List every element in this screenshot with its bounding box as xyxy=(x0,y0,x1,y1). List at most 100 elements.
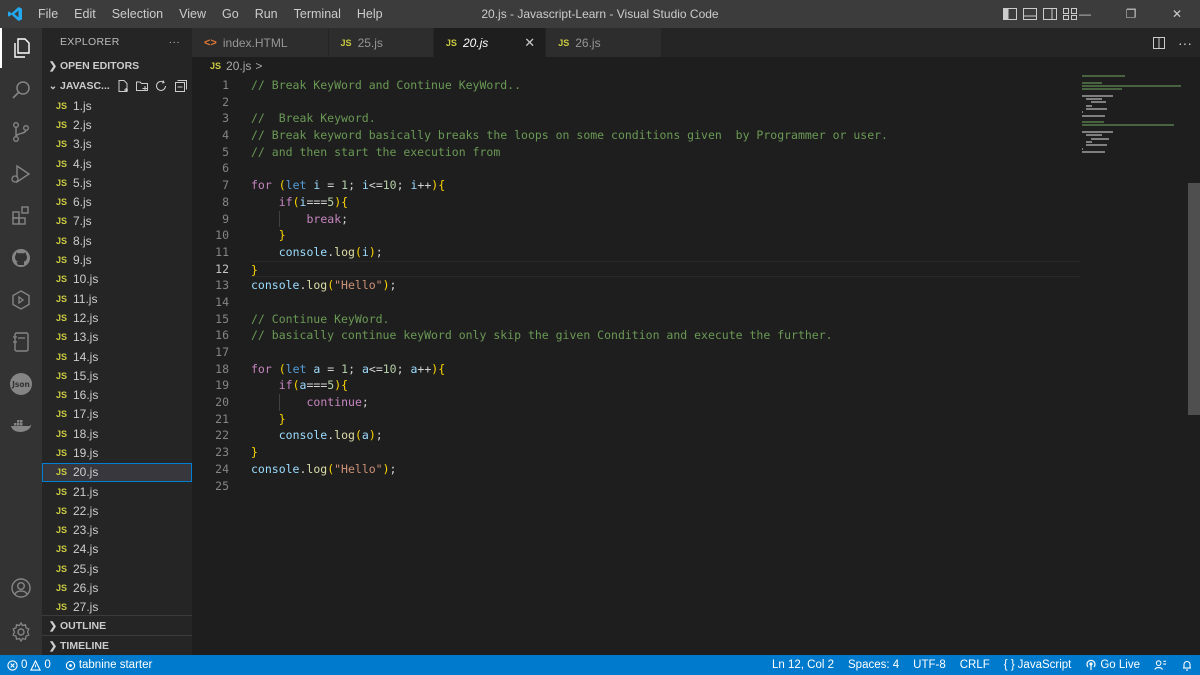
code-line[interactable] xyxy=(251,94,1081,111)
file-item[interactable]: JS 19.js xyxy=(42,443,192,462)
new-folder-icon[interactable] xyxy=(135,79,149,93)
code-line[interactable]: console.log(a); xyxy=(251,427,1081,444)
timeline-section[interactable]: ❯ TIMELINE xyxy=(42,635,192,655)
indentation[interactable]: Spaces: 4 xyxy=(841,659,906,671)
file-item[interactable]: JS 14.js xyxy=(42,347,192,366)
file-item[interactable]: JS 13.js xyxy=(42,328,192,347)
file-item[interactable]: JS 18.js xyxy=(42,424,192,443)
file-item[interactable]: JS 5.js xyxy=(42,173,192,192)
code-line[interactable]: for (let i = 1; i<=10; i++){ xyxy=(251,177,1081,194)
tab-index-html[interactable]: <> index.HTML xyxy=(192,28,329,57)
close-tab-icon[interactable]: ✕ xyxy=(524,35,535,51)
menu-file[interactable]: File xyxy=(30,0,66,28)
file-item[interactable]: JS 3.js xyxy=(42,135,192,154)
source-control-icon[interactable] xyxy=(0,112,42,152)
code-line[interactable]: if(i===5){ xyxy=(251,194,1081,211)
code-line[interactable]: for (let a = 1; a<=10; a++){ xyxy=(251,361,1081,378)
file-item[interactable]: JS 16.js xyxy=(42,385,192,404)
workspace-folder[interactable]: ⌄ JAVASC... xyxy=(42,76,192,96)
code-line[interactable]: // Break keyword basically breaks the lo… xyxy=(251,127,1081,144)
explorer-more-icon[interactable]: ··· xyxy=(169,36,180,48)
menu-selection[interactable]: Selection xyxy=(104,0,171,28)
code-line[interactable] xyxy=(251,160,1081,177)
code-line[interactable]: if(a===5){ xyxy=(251,377,1081,394)
run-debug-icon[interactable] xyxy=(0,154,42,194)
file-item[interactable]: JS 21.js xyxy=(42,482,192,501)
toggle-primary-sidebar-icon[interactable] xyxy=(1002,7,1018,21)
tabnine-status[interactable]: tabnine starter xyxy=(58,659,160,671)
menu-view[interactable]: View xyxy=(171,0,214,28)
menu-go[interactable]: Go xyxy=(214,0,247,28)
toggle-panel-icon[interactable] xyxy=(1022,7,1038,21)
settings-gear-icon[interactable] xyxy=(0,612,42,652)
feedback-icon[interactable] xyxy=(1147,659,1174,671)
collapse-all-icon[interactable] xyxy=(173,79,187,93)
code-line[interactable]: // Break KeyWord and Continue KeyWord.. xyxy=(251,77,1081,94)
file-item[interactable]: JS 4.js xyxy=(42,154,192,173)
tab-20-js[interactable]: JS 20.js ✕ xyxy=(433,28,547,57)
notebook-icon[interactable] xyxy=(0,322,42,362)
file-item[interactable]: JS 24.js xyxy=(42,540,192,559)
file-item[interactable]: JS 17.js xyxy=(42,405,192,424)
file-item[interactable]: JS 8.js xyxy=(42,231,192,250)
docker-icon[interactable] xyxy=(0,406,42,446)
file-item[interactable]: JS 7.js xyxy=(42,212,192,231)
outline-section[interactable]: ❯ OUTLINE xyxy=(42,615,192,636)
split-editor-icon[interactable] xyxy=(1152,36,1166,50)
code-editor[interactable]: 1 2 3 4 5 6 7 8 9 10 11 12 13 14 15 16 17 18 19 20 21 22 23 24 2… xyxy=(192,75,1200,655)
code-line[interactable] xyxy=(251,478,1081,495)
code-line[interactable]: // and then start the execution from xyxy=(251,144,1081,161)
json-icon[interactable]: Json xyxy=(0,364,42,404)
code-line[interactable]: } xyxy=(251,227,1081,244)
remote-explorer-icon[interactable] xyxy=(0,280,42,320)
cursor-position[interactable]: Ln 12, Col 2 xyxy=(765,659,841,671)
file-item[interactable]: JS 15.js xyxy=(42,366,192,385)
vertical-scrollbar[interactable] xyxy=(1186,75,1200,655)
code-line[interactable]: } xyxy=(251,444,1081,461)
search-icon[interactable] xyxy=(0,70,42,110)
code-line[interactable] xyxy=(251,294,1081,311)
breadcrumb-file[interactable]: 20.js xyxy=(226,59,251,73)
file-item-selected[interactable]: JS 20.js xyxy=(42,462,192,482)
file-item[interactable]: JS 12.js xyxy=(42,308,192,327)
explorer-icon[interactable] xyxy=(0,28,42,68)
file-item[interactable]: JS 9.js xyxy=(42,250,192,269)
problems-indicator[interactable]: 0 0 xyxy=(0,659,58,671)
line-ending[interactable]: CRLF xyxy=(953,659,997,671)
code-line[interactable]: break; xyxy=(251,210,1081,228)
code-line[interactable] xyxy=(251,344,1081,361)
close-window-icon[interactable]: ✕ xyxy=(1154,0,1200,28)
language-mode[interactable]: { } JavaScript xyxy=(997,659,1079,671)
file-item[interactable]: JS 22.js xyxy=(42,501,192,520)
menu-edit[interactable]: Edit xyxy=(66,0,104,28)
refresh-icon[interactable] xyxy=(154,79,168,93)
code-line[interactable]: // basically continue keyWord only skip … xyxy=(251,327,1081,344)
code-line[interactable]: console.log("Hello"); xyxy=(251,461,1081,478)
file-item[interactable]: JS 1.js xyxy=(42,96,192,115)
code-line[interactable]: } xyxy=(251,411,1081,428)
file-item[interactable]: JS 11.js xyxy=(42,289,192,308)
toggle-secondary-sidebar-icon[interactable] xyxy=(1042,7,1058,21)
github-icon[interactable] xyxy=(0,238,42,278)
account-icon[interactable] xyxy=(0,568,42,608)
notifications-bell-icon[interactable] xyxy=(1174,659,1200,671)
code-line[interactable]: // Break Keyword. xyxy=(251,110,1081,127)
menu-run[interactable]: Run xyxy=(247,0,286,28)
file-item[interactable]: JS 26.js xyxy=(42,578,192,597)
menu-terminal[interactable]: Terminal xyxy=(286,0,349,28)
minimize-icon[interactable]: — xyxy=(1062,0,1108,28)
code-line[interactable]: console.log(i); xyxy=(251,244,1081,261)
menu-help[interactable]: Help xyxy=(349,0,391,28)
tab-25-js[interactable]: JS 25.js xyxy=(328,28,434,57)
code-line[interactable]: } xyxy=(251,260,1081,278)
encoding[interactable]: UTF-8 xyxy=(906,659,953,671)
open-editors-section[interactable]: ❯ OPEN EDITORS xyxy=(42,56,192,76)
code-lines[interactable]: // Break KeyWord and Continue KeyWord.. /… xyxy=(251,77,1081,494)
file-item[interactable]: JS 2.js xyxy=(42,115,192,134)
restore-icon[interactable]: ❐ xyxy=(1108,0,1154,28)
code-line[interactable]: // Continue KeyWord. xyxy=(251,311,1081,328)
file-item[interactable]: JS 25.js xyxy=(42,559,192,578)
file-item[interactable]: JS 6.js xyxy=(42,192,192,211)
new-file-icon[interactable] xyxy=(116,79,130,93)
code-line[interactable]: console.log("Hello"); xyxy=(251,277,1081,294)
